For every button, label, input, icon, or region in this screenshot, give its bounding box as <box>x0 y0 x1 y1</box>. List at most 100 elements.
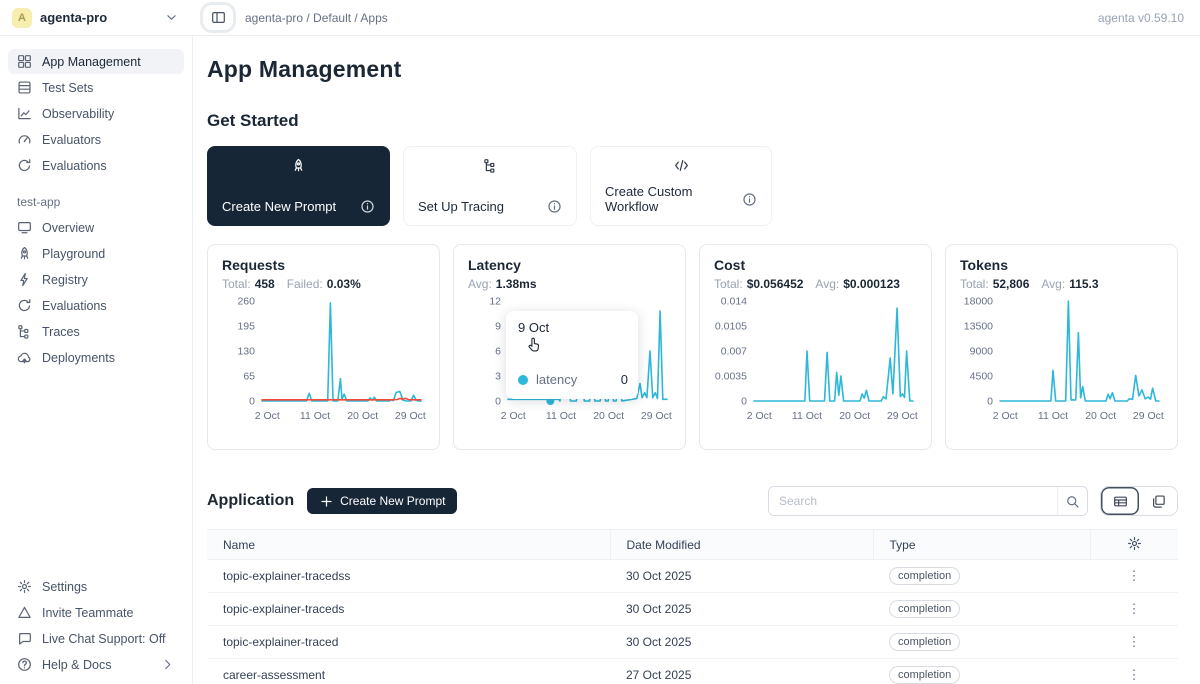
app-root: A agenta-pro agenta-pro / Default / Apps… <box>0 0 1200 684</box>
date-modified-cell: 27 Oct 2025 <box>610 659 873 684</box>
sidebar-item-overview[interactable]: Overview <box>8 215 184 240</box>
code-icon <box>605 158 757 173</box>
svg-text:0.0105: 0.0105 <box>715 321 747 333</box>
svg-text:20 Oct: 20 Oct <box>839 410 870 422</box>
search-input[interactable] <box>769 487 1057 515</box>
svg-text:29 Oct: 29 Oct <box>395 410 426 422</box>
stat-label: Failed: <box>287 277 323 291</box>
info-icon[interactable] <box>742 192 757 207</box>
app-version: agenta v0.59.10 <box>1098 11 1200 25</box>
table-row[interactable]: career-assessment27 Oct 2025completion⋮ <box>207 659 1178 684</box>
list-icon <box>17 80 32 95</box>
create-custom-workflow-card[interactable]: Create Custom Workflow <box>590 146 772 226</box>
card-label: Set Up Tracing <box>418 199 504 214</box>
search-icon[interactable] <box>1057 487 1087 515</box>
info-icon[interactable] <box>547 199 562 214</box>
chart-stats: Total:$0.056452Avg:$0.000123 <box>714 277 917 291</box>
sidebar-group-label: test-app <box>17 195 192 209</box>
svg-text:6: 6 <box>495 346 501 358</box>
svg-text:11 Oct: 11 Oct <box>1038 410 1068 422</box>
tracing-icon <box>418 158 562 173</box>
sidebar-item-invite-teammate[interactable]: Invite Teammate <box>8 600 184 625</box>
triangle-icon <box>17 605 32 620</box>
sidebar-toggle-button[interactable] <box>203 5 233 30</box>
chart-plot-tokens: 18000135009000450002 Oct11 Oct20 Oct29 O… <box>960 295 1165 433</box>
sidebar-footer-nav: Settings Invite Teammate Live Chat Support… <box>0 573 192 678</box>
table-row[interactable]: topic-explainer-tracedss30 Oct 2025compl… <box>207 560 1178 593</box>
sidebar-item-label: Help & Docs <box>42 658 111 672</box>
table-settings-gear-icon[interactable] <box>1127 536 1142 551</box>
sidebar: App ManagementTest SetsObservability Eval… <box>0 36 193 684</box>
set-up-tracing-card[interactable]: Set Up Tracing <box>403 146 577 226</box>
get-started-cards: Create New Prompt Set Up Tracing Create … <box>207 146 1178 226</box>
sidebar-item-test-sets[interactable]: Test Sets <box>8 75 184 100</box>
svg-text:0: 0 <box>249 396 255 408</box>
sidebar-item-label: Invite Teammate <box>42 606 133 620</box>
svg-text:20 Oct: 20 Oct <box>1085 410 1116 422</box>
row-menu-kebab-icon[interactable]: ⋮ <box>1123 598 1145 620</box>
sidebar-item-evaluations[interactable]: Evaluations <box>8 293 184 318</box>
table-view-button[interactable] <box>1101 487 1139 515</box>
svg-text:13500: 13500 <box>964 321 993 333</box>
sidebar-item-observability[interactable]: Observability <box>8 101 184 126</box>
row-menu-kebab-icon[interactable]: ⋮ <box>1123 664 1145 684</box>
chart-stats: Total:52,806Avg:115.3 <box>960 277 1163 291</box>
chart-plot-cost: 0.0140.01050.0070.003502 Oct11 Oct20 Oct… <box>714 295 919 433</box>
row-menu-kebab-icon[interactable]: ⋮ <box>1123 565 1145 587</box>
chart-card-latency: LatencyAvg:1.38ms1296302 Oct11 Oct20 Oct… <box>453 244 686 450</box>
svg-text:2 Oct: 2 Oct <box>501 410 526 422</box>
sidebar-item-app-management[interactable]: App Management <box>8 49 184 74</box>
sidebar-item-deployments[interactable]: Deployments <box>8 345 184 370</box>
svg-text:0: 0 <box>741 396 747 408</box>
app-name-cell: career-assessment <box>207 659 610 684</box>
card-label: Create New Prompt <box>222 199 336 214</box>
gear-icon <box>17 579 32 594</box>
tooltip-series-name: latency <box>536 372 577 387</box>
series-dot-icon <box>518 375 528 385</box>
create-new-prompt-button[interactable]: Create New Prompt <box>307 488 457 514</box>
application-header: Application Create New Prompt <box>207 486 1178 516</box>
svg-text:29 Oct: 29 Oct <box>887 410 918 422</box>
create-new-prompt-card[interactable]: Create New Prompt <box>207 146 390 226</box>
view-toggle <box>1100 486 1178 516</box>
sidebar-item-registry[interactable]: Registry <box>8 267 184 292</box>
svg-text:9: 9 <box>495 321 501 333</box>
stat-label: Avg: <box>1041 277 1065 291</box>
sidebar-item-label: Playground <box>42 247 105 261</box>
workspace-selector[interactable]: A agenta-pro <box>0 8 193 28</box>
stat-label: Total: <box>222 277 251 291</box>
stat-value: 458 <box>255 277 275 291</box>
info-icon[interactable] <box>360 199 375 214</box>
sidebar-item-label: Evaluators <box>42 133 101 147</box>
hand-cursor-icon <box>524 336 543 355</box>
grid-icon <box>17 54 32 69</box>
sidebar-item-traces[interactable]: Traces <box>8 319 184 344</box>
chart-card-cost: CostTotal:$0.056452Avg:$0.0001230.0140.0… <box>699 244 932 450</box>
svg-text:29 Oct: 29 Oct <box>1133 410 1164 422</box>
sidebar-item-settings[interactable]: Settings <box>8 574 184 599</box>
card-view-button[interactable] <box>1139 487 1177 515</box>
sidebar-item-evaluators[interactable]: Evaluators <box>8 127 184 152</box>
sidebar-app-nav: Overview Playground RegistryEvaluationsTra… <box>0 214 192 371</box>
date-modified-cell: 30 Oct 2025 <box>610 593 873 626</box>
svg-text:2 Oct: 2 Oct <box>747 410 772 422</box>
chart-title: Cost <box>714 257 917 273</box>
table-row[interactable]: topic-explainer-traceds30 Oct 2025comple… <box>207 593 1178 626</box>
sidebar-item-label: Evaluations <box>42 159 107 173</box>
svg-text:65: 65 <box>243 371 255 383</box>
row-menu-kebab-icon[interactable]: ⋮ <box>1123 631 1145 653</box>
sidebar-item-playground[interactable]: Playground <box>8 241 184 266</box>
stat-value: 115.3 <box>1069 277 1098 291</box>
stat-value: $0.056452 <box>747 277 804 291</box>
application-title: Application <box>207 492 294 510</box>
sidebar-item-evaluations[interactable]: Evaluations <box>8 153 184 178</box>
chart-stats: Total:458Failed:0.03% <box>222 277 425 291</box>
sidebar-item-live-chat-support-off[interactable]: Live Chat Support: Off <box>8 626 184 651</box>
chart-card-requests: RequestsTotal:458Failed:0.03%26019513065… <box>207 244 440 450</box>
rocket-icon <box>17 246 32 261</box>
table-row[interactable]: topic-explainer-traced30 Oct 2025complet… <box>207 626 1178 659</box>
svg-text:0.0035: 0.0035 <box>715 371 747 383</box>
sidebar-item-help-docs[interactable]: Help & Docs <box>8 652 184 677</box>
stat-label: Total: <box>960 277 989 291</box>
chart-title: Requests <box>222 257 425 273</box>
